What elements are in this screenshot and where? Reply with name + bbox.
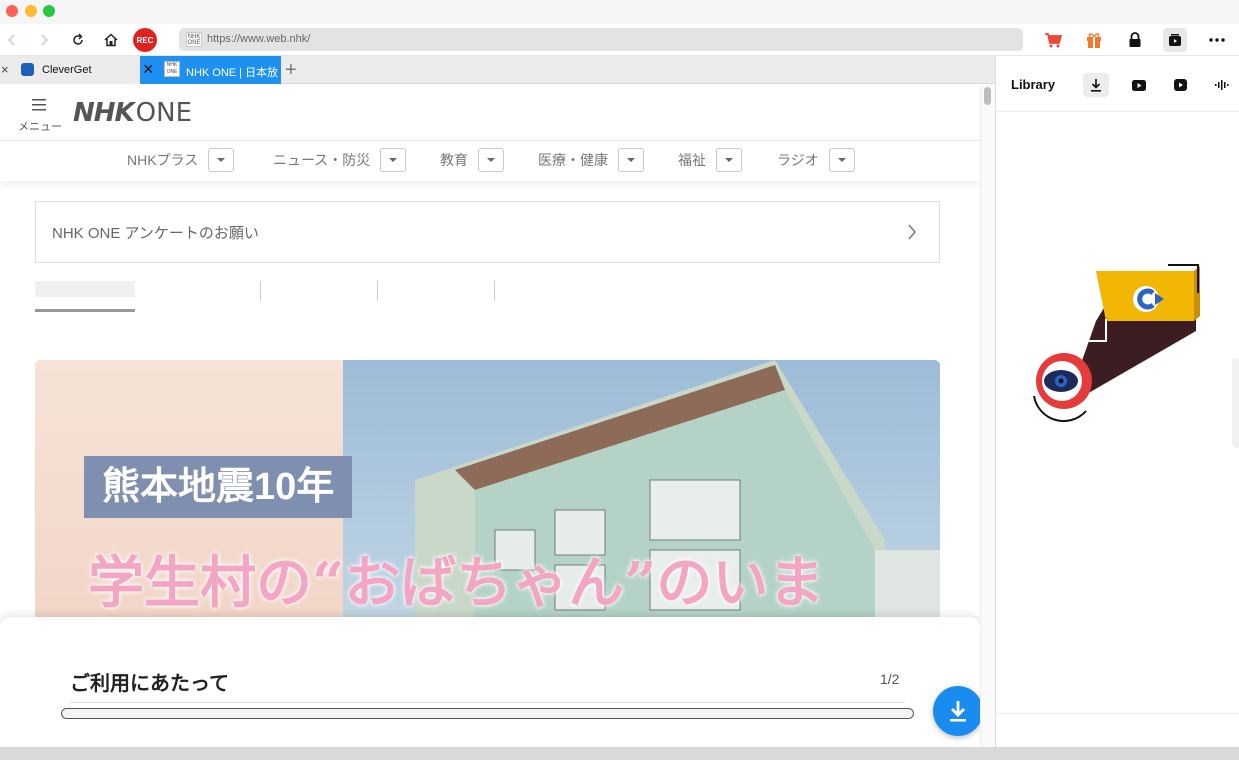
window-bottom-edge bbox=[0, 747, 1239, 760]
chevron-right-icon bbox=[908, 224, 916, 240]
chevron-down-icon[interactable] bbox=[380, 148, 407, 172]
close-window-button[interactable] bbox=[6, 5, 18, 17]
new-tab-plus-icon[interactable]: + bbox=[285, 59, 303, 81]
nav-item-welfare[interactable]: 福祉 bbox=[678, 147, 742, 173]
chevron-down-icon[interactable] bbox=[208, 148, 235, 172]
more-options-icon[interactable] bbox=[1205, 28, 1229, 52]
rec-label: REC bbox=[133, 28, 157, 52]
browser-toolbar: REC NHK ONE https://www.web.nhk/ bbox=[0, 24, 1239, 56]
nav-label: NHKプラス bbox=[127, 152, 199, 168]
nav-item-news[interactable]: ニュース・防災 bbox=[273, 147, 407, 173]
tab-cleverget[interactable]: × CleverGet bbox=[0, 56, 140, 84]
url-text: https://www.web.nhk/ bbox=[207, 33, 311, 45]
library-header: Library bbox=[996, 56, 1239, 112]
chevron-down-icon[interactable] bbox=[618, 148, 644, 172]
maximize-window-button[interactable] bbox=[43, 5, 55, 17]
tab-bar: × CleverGet × NHK ONE NHK ONE | 日本放 + bbox=[0, 56, 995, 84]
nhk-one-logo[interactable]: NHKONE bbox=[73, 98, 192, 128]
video-icon bbox=[1132, 79, 1146, 91]
video-tab[interactable] bbox=[1126, 73, 1152, 97]
banner-title-main: 学生村の“おばちゃん”のいま bbox=[88, 550, 825, 616]
notice-divider bbox=[70, 702, 905, 703]
nav-label: ニュース・防災 bbox=[273, 152, 371, 168]
download-button[interactable] bbox=[933, 686, 980, 736]
converted-video-tab[interactable] bbox=[1168, 73, 1194, 97]
notice-pager: 1/2 bbox=[880, 671, 900, 687]
page-scrollbar[interactable] bbox=[980, 85, 995, 747]
nav-item-radio[interactable]: ラジオ bbox=[777, 147, 855, 173]
back-icon[interactable] bbox=[0, 28, 24, 52]
nav-label: 教育 bbox=[440, 152, 468, 168]
chevron-down-icon[interactable] bbox=[828, 148, 855, 172]
scrollbar-thumb[interactable] bbox=[984, 87, 991, 105]
media-library-icon[interactable] bbox=[1163, 28, 1187, 52]
library-panel: Library bbox=[995, 56, 1239, 760]
cleverget-favicon-icon bbox=[21, 63, 34, 76]
web-page: メニュー NHKONE NHKプラス ニュース・防災 教育 医療・健康 福祉 ラ… bbox=[0, 85, 980, 747]
survey-text: NHK ONE アンケートのお願い bbox=[52, 225, 259, 242]
audio-waveform-icon bbox=[1215, 80, 1229, 90]
lock-icon[interactable] bbox=[1123, 28, 1147, 52]
tab-label: NHK ONE | 日本放 bbox=[186, 67, 279, 79]
forward-icon[interactable] bbox=[32, 28, 56, 52]
nav-item-nhkplus[interactable]: NHKプラス bbox=[127, 147, 235, 173]
menu-label: メニュー bbox=[18, 121, 62, 133]
nav-item-health[interactable]: 医療・健康 bbox=[538, 147, 644, 173]
reload-icon[interactable] bbox=[66, 28, 90, 52]
nav-item-education[interactable]: 教育 bbox=[440, 147, 504, 173]
download-icon bbox=[950, 701, 966, 722]
nhk-favicon-icon: NHK ONE bbox=[164, 61, 180, 77]
library-title: Library bbox=[1011, 77, 1056, 92]
tab-nhk-one[interactable]: × NHK ONE NHK ONE | 日本放 bbox=[140, 56, 281, 84]
minimize-window-button[interactable] bbox=[25, 5, 37, 17]
cart-icon[interactable] bbox=[1041, 28, 1065, 52]
tab-label: CleverGet bbox=[42, 64, 92, 76]
close-tab-icon[interactable]: × bbox=[143, 59, 154, 79]
nav-label: ラジオ bbox=[777, 152, 819, 168]
tab-divider bbox=[377, 281, 378, 301]
hero-banner[interactable]: 熊本地震10年 学生村の“おばちゃん”のいま bbox=[35, 360, 940, 660]
download-icon bbox=[1091, 79, 1101, 92]
nhk-header: メニュー NHKONE bbox=[0, 85, 980, 141]
nav-label: 医療・健康 bbox=[538, 152, 608, 168]
tab-divider bbox=[260, 281, 261, 301]
panel-collapse-handle[interactable] bbox=[1232, 358, 1239, 448]
survey-link[interactable]: NHK ONE アンケートのお願い bbox=[35, 201, 940, 263]
chevron-down-icon[interactable] bbox=[478, 148, 504, 172]
site-favicon: NHK ONE bbox=[186, 32, 202, 47]
chevron-down-icon[interactable] bbox=[716, 148, 742, 172]
home-icon[interactable] bbox=[99, 28, 123, 52]
audio-tab[interactable] bbox=[1209, 73, 1235, 97]
notice-bottom-sheet: ご利用にあたって 1/2 bbox=[0, 617, 980, 747]
close-tab-icon[interactable]: × bbox=[1, 62, 9, 77]
gift-icon[interactable] bbox=[1082, 28, 1106, 52]
cleverget-illustration-icon bbox=[1033, 264, 1200, 423]
menu-button[interactable]: メニュー bbox=[18, 97, 62, 137]
video-convert-icon bbox=[1174, 79, 1187, 91]
address-bar[interactable]: NHK ONE https://www.web.nhk/ bbox=[179, 28, 1023, 51]
notice-title: ご利用にあたって bbox=[70, 673, 229, 695]
notice-progress-bar bbox=[61, 708, 914, 719]
nav-label: 福祉 bbox=[678, 152, 706, 168]
content-tab-placeholder[interactable] bbox=[35, 281, 135, 297]
downloads-tab[interactable] bbox=[1083, 73, 1109, 97]
banner-title-box: 熊本地震10年 bbox=[84, 456, 353, 518]
panel-footer-divider bbox=[996, 713, 1239, 714]
rec-button[interactable]: REC bbox=[133, 28, 157, 52]
hamburger-icon bbox=[32, 99, 46, 111]
tab-divider bbox=[494, 281, 495, 301]
active-tab-underline bbox=[35, 309, 135, 312]
window-titlebar bbox=[0, 0, 1239, 24]
